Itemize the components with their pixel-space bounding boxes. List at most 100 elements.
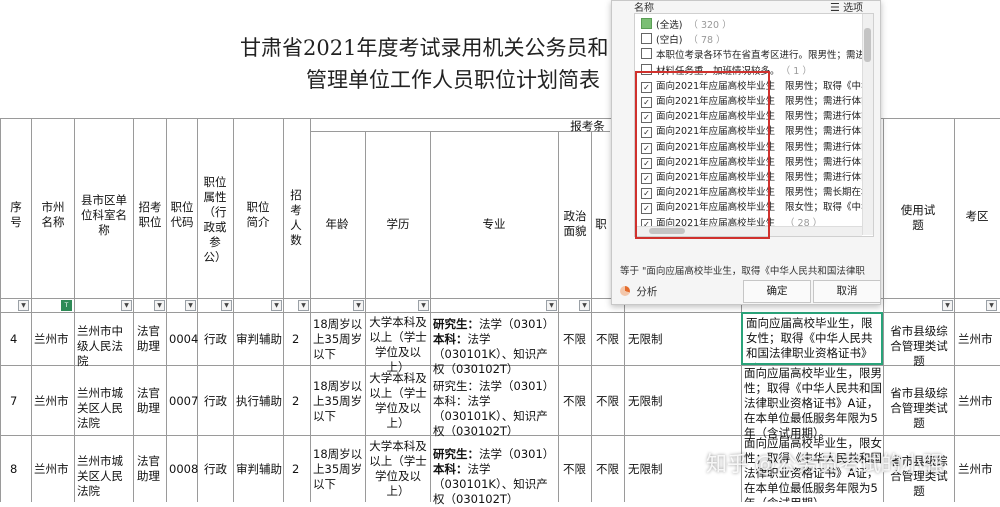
row1-attr[interactable]: 行政	[204, 332, 227, 347]
row2-dept[interactable]: 兰州市城关区人民法院	[77, 386, 133, 431]
filter-button-seq[interactable]: ▼	[18, 300, 29, 311]
row3-exp[interactable]: 不限	[596, 462, 619, 477]
row1-seq[interactable]: 4	[10, 332, 17, 347]
header-seq: 序号	[10, 200, 22, 229]
row3-major[interactable]: 研究生：法学（0301） 本科：法学（030101K）、知识产权（030102T…	[433, 447, 557, 507]
filter-popup[interactable]: 名称 ☰ 选项 (全选) （ 320 ） (空白) （ 78 ） 本职位考录各环节在省直…	[611, 0, 881, 305]
row1-city[interactable]: 兰州市	[34, 332, 69, 347]
row1-intro[interactable]: 审判辅助	[236, 332, 282, 347]
checkbox[interactable]	[641, 48, 652, 60]
filter-button-post[interactable]: ▼	[154, 300, 165, 311]
filter-options-button[interactable]: ☰ 选项	[830, 0, 863, 14]
filter-button-count[interactable]: ▼	[298, 300, 309, 311]
row1-dept[interactable]: 兰州市中级人民法院	[77, 324, 133, 369]
row1-politics[interactable]: 不限	[563, 332, 586, 347]
filter-button-attr[interactable]: ▼	[221, 300, 232, 311]
row2-major-ug-label: 本科：	[433, 394, 468, 408]
row2-attr[interactable]: 行政	[204, 394, 227, 409]
checkbox[interactable]	[641, 33, 652, 45]
row2-seq[interactable]: 7	[10, 394, 17, 409]
filter-button-test[interactable]: ▼	[942, 300, 953, 311]
row2-code[interactable]: 0007	[169, 394, 198, 409]
row3-politics[interactable]: 不限	[563, 462, 586, 477]
header-city: 市州名称	[41, 200, 65, 229]
row3-city[interactable]: 兰州市	[34, 462, 69, 477]
header-area: 考区	[965, 209, 989, 223]
row1-major-grad-label: 研究生：	[433, 317, 479, 331]
row1-count[interactable]: 2	[292, 332, 299, 347]
row3-edu[interactable]: 大学本科及以上（学士学位及以上）	[368, 439, 428, 499]
filter-item-desc: 限男性；需进行体能	[785, 111, 871, 123]
row3-count[interactable]: 2	[292, 462, 299, 477]
row2-exp[interactable]: 不限	[596, 394, 619, 409]
filter-button-politics[interactable]: ▼	[579, 300, 590, 311]
row3-major-grad-label: 研究生：	[433, 447, 479, 461]
filter-item-desc: 限男性；需进行体能	[785, 126, 871, 138]
header-post: 招考职位	[138, 200, 162, 229]
vertical-scrollbar-thumb[interactable]	[864, 28, 871, 62]
row3-other[interactable]: 无限制	[628, 462, 663, 477]
row3-intro[interactable]: 审判辅助	[236, 462, 282, 477]
header-edu: 学历	[386, 217, 410, 231]
row2-major[interactable]: 研究生：法学（0301） 本科：法学（030101K）、知识产权（030102T…	[433, 379, 557, 439]
row2-area[interactable]: 兰州市	[958, 394, 993, 409]
filter-item-desc: 限男性；需进行体能	[785, 141, 871, 153]
row2-major-grad: 法学（0301）	[479, 379, 555, 393]
row3-post[interactable]: 法官助理	[137, 454, 163, 484]
row2-other[interactable]: 无限制	[628, 394, 663, 409]
row3-area[interactable]: 兰州市	[958, 462, 993, 477]
filter-item-desc: 限男性；需进行体能	[785, 172, 871, 183]
row3-seq[interactable]: 8	[10, 462, 17, 477]
filter-button-edu[interactable]: ▼	[418, 300, 429, 311]
row3-attr[interactable]: 行政	[204, 462, 227, 477]
row1-major[interactable]: 研究生：法学（0301） 本科：法学（030101K）、知识产权（030102T…	[433, 317, 557, 377]
filter-list-item[interactable]: (空白) （ 78 ）	[641, 33, 861, 48]
row1-area[interactable]: 兰州市	[958, 332, 993, 347]
row1-test[interactable]: 省市县级综合管理类试题	[885, 324, 953, 369]
filter-button-major[interactable]: ▼	[546, 300, 557, 311]
filter-item-desc: 限男性；需进行体能	[785, 156, 871, 168]
header-code: 职位代码	[170, 200, 194, 229]
row2-remark[interactable]: 面向应届高校毕业生，限男性；取得《中华人民共和国法律职业资格证书》A证，在本单位…	[744, 366, 882, 441]
vertical-scrollbar[interactable]	[862, 14, 873, 235]
header-age: 年龄	[325, 217, 349, 231]
header-intro: 职位简介	[246, 200, 270, 229]
row3-age[interactable]: 18周岁以上35周岁以下	[313, 447, 365, 492]
filter-button-intro[interactable]: ▼	[271, 300, 282, 311]
row2-age[interactable]: 18周岁以上35周岁以下	[313, 379, 365, 424]
row1-edu[interactable]: 大学本科及以上（学士学位及以上）	[368, 315, 428, 375]
row1-post[interactable]: 法官助理	[137, 324, 163, 354]
filter-item-desc: 限男性；取得《中华	[785, 80, 871, 92]
row1-code[interactable]: 0004	[169, 332, 198, 347]
filter-list-item[interactable]: (全选) （ 320 ）	[641, 18, 861, 33]
filter-button-area[interactable]: ▼	[986, 300, 997, 311]
row2-intro[interactable]: 执行辅助	[236, 394, 282, 409]
row1-remark-selected-cell[interactable]: 面向应届高校毕业生，限女性；取得《中华人民共和国法律职业资格证书》A证。	[741, 312, 883, 365]
row1-other[interactable]: 无限制	[628, 332, 663, 347]
analysis-button[interactable]: 分析	[620, 284, 657, 299]
row3-dept[interactable]: 兰州市城关区人民法院	[77, 454, 133, 499]
filter-item-label: (空白)	[656, 35, 683, 47]
row2-post[interactable]: 法官助理	[137, 386, 163, 416]
row2-city[interactable]: 兰州市	[34, 394, 69, 409]
filter-button-city-active[interactable]: T	[61, 300, 72, 311]
row1-exp[interactable]: 不限	[596, 332, 619, 347]
row1-age[interactable]: 18周岁以上35周岁以下	[313, 317, 365, 362]
cancel-button[interactable]: 取消	[813, 280, 881, 303]
filter-button-code[interactable]: ▼	[185, 300, 196, 311]
row2-politics[interactable]: 不限	[563, 394, 586, 409]
header-major: 专业	[482, 217, 506, 231]
filter-list-item[interactable]: 本职位考录各环节在省直考区进行。限男性；需进	[641, 48, 865, 63]
row2-count[interactable]: 2	[292, 394, 299, 409]
ok-button[interactable]: 确定	[743, 280, 811, 303]
row2-edu[interactable]: 大学本科及以上（学士学位及以上）	[368, 371, 428, 431]
filter-button-age[interactable]: ▼	[353, 300, 364, 311]
filter-button-dept[interactable]: ▼	[121, 300, 132, 311]
filter-item-label: 本职位考录各环节在省直考区进行。限男性；需进	[656, 50, 866, 62]
header-test: 使用试题	[900, 203, 936, 232]
header-attr: 职位属性（行政或参公）	[203, 175, 227, 264]
row3-code[interactable]: 0008	[169, 462, 198, 477]
row2-test[interactable]: 省市县级综合管理类试题	[885, 386, 953, 431]
filter-item-count: （ 320 ）	[688, 20, 732, 31]
checkbox[interactable]	[641, 18, 652, 29]
